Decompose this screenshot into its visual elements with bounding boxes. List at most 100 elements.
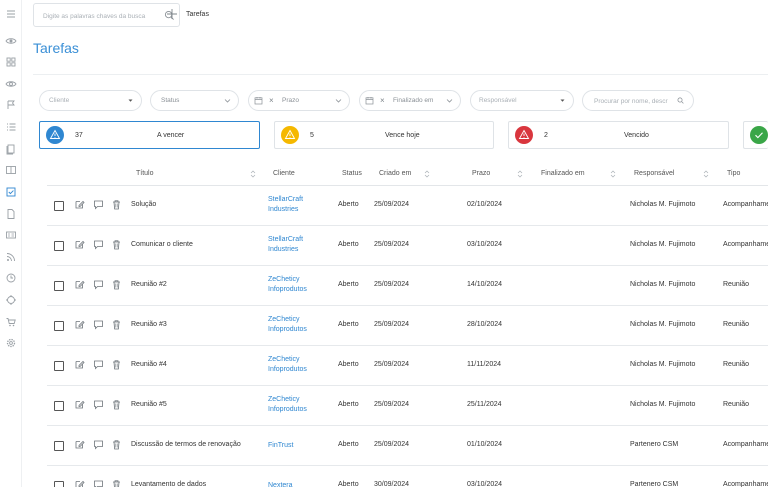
row-checkbox[interactable]: [54, 401, 64, 411]
col-cliente[interactable]: Cliente: [273, 170, 295, 177]
row-checkbox[interactable]: [54, 361, 64, 371]
col-tipo[interactable]: Tipo: [727, 170, 740, 177]
filter-status[interactable]: Status: [150, 90, 239, 111]
client-link[interactable]: ZeCheticy Infoprodutos: [268, 395, 323, 415]
table-row[interactable]: Solução StellarCraft Industries Aberto 25…: [47, 186, 768, 226]
edit-icon[interactable]: [74, 399, 85, 410]
comment-icon[interactable]: [93, 439, 104, 450]
checkbox-icon[interactable]: [5, 186, 17, 198]
sort-icon[interactable]: [250, 169, 256, 179]
menu-icon[interactable]: [5, 8, 17, 20]
client-link[interactable]: StellarCraft Industries: [268, 235, 323, 255]
document-stack-icon[interactable]: [5, 143, 17, 155]
col-criado[interactable]: Criado em: [379, 170, 411, 177]
trash-icon[interactable]: [111, 239, 122, 250]
table-row[interactable]: Reunião #3 ZeCheticy Infoprodutos Aberto …: [47, 306, 768, 346]
col-responsavel[interactable]: Responsável: [634, 170, 674, 177]
edit-icon[interactable]: [74, 479, 85, 487]
edit-icon[interactable]: [74, 199, 85, 210]
task-title[interactable]: Solução: [131, 201, 156, 208]
add-icon[interactable]: [166, 8, 178, 20]
gear-icon[interactable]: [5, 337, 17, 349]
global-search-input[interactable]: [43, 10, 158, 22]
task-title[interactable]: Reunião #3: [131, 321, 167, 328]
row-checkbox[interactable]: [54, 321, 64, 331]
edit-icon[interactable]: [74, 279, 85, 290]
row-checkbox[interactable]: [54, 441, 64, 451]
table-row[interactable]: Comunicar o cliente StellarCraft Industri…: [47, 226, 768, 266]
col-finalizado[interactable]: Finalizado em: [541, 170, 585, 177]
list-icon[interactable]: [5, 121, 17, 133]
task-title[interactable]: Levantamento de dados: [131, 481, 206, 487]
trash-icon[interactable]: [111, 399, 122, 410]
sort-icon[interactable]: [703, 169, 709, 179]
comment-icon[interactable]: [93, 479, 104, 487]
trash-icon[interactable]: [111, 319, 122, 330]
client-link[interactable]: Nextera Solutions: [268, 481, 323, 487]
edit-icon[interactable]: [74, 359, 85, 370]
comment-icon[interactable]: [93, 319, 104, 330]
client-link[interactable]: ZeCheticy Infoprodutos: [268, 315, 323, 335]
search-icon[interactable]: [677, 97, 684, 104]
task-title[interactable]: Reunião #2: [131, 281, 167, 288]
flag-icon[interactable]: [5, 99, 17, 111]
task-title[interactable]: Reunião #4: [131, 361, 167, 368]
id-card-icon[interactable]: [5, 229, 17, 241]
clock-icon[interactable]: [5, 272, 17, 284]
table-row[interactable]: Levantamento de dados Nextera Solutions …: [47, 466, 768, 487]
sort-icon[interactable]: [424, 169, 430, 179]
card-vence-hoje[interactable]: 5 Vence hoje: [274, 121, 494, 149]
trash-icon[interactable]: [111, 359, 122, 370]
table-row[interactable]: Reunião #4 ZeCheticy Infoprodutos Aberto …: [47, 346, 768, 386]
trash-icon[interactable]: [111, 199, 122, 210]
book-icon[interactable]: [5, 164, 17, 176]
task-title[interactable]: Reunião #5: [131, 401, 167, 408]
edit-icon[interactable]: [74, 319, 85, 330]
row-checkbox[interactable]: [54, 281, 64, 291]
target-icon[interactable]: [5, 294, 17, 306]
rss-icon[interactable]: [5, 251, 17, 263]
client-link[interactable]: ZeCheticy Infoprodutos: [268, 275, 323, 295]
filter-search-input[interactable]: [594, 96, 674, 107]
col-titulo[interactable]: Título: [136, 170, 154, 177]
comment-icon[interactable]: [93, 279, 104, 290]
row-checkbox[interactable]: [54, 241, 64, 251]
trash-icon[interactable]: [111, 279, 122, 290]
eye-icon[interactable]: [5, 35, 17, 47]
row-checkbox[interactable]: [54, 201, 64, 211]
comment-icon[interactable]: [93, 239, 104, 250]
client-link[interactable]: ZeCheticy Infoprodutos: [268, 355, 323, 375]
trash-icon[interactable]: [111, 479, 122, 487]
eye-closed-icon[interactable]: [5, 78, 17, 90]
table-row[interactable]: Discussão de termos de renovação FinTrus…: [47, 426, 768, 466]
comment-icon[interactable]: [93, 359, 104, 370]
cart-icon[interactable]: [5, 316, 17, 328]
col-status[interactable]: Status: [342, 170, 362, 177]
table-row[interactable]: Reunião #2 ZeCheticy Infoprodutos Aberto …: [47, 266, 768, 306]
filter-cliente[interactable]: Cliente: [39, 90, 142, 111]
task-title[interactable]: Discussão de termos de renovação: [131, 441, 241, 448]
clear-icon[interactable]: ×: [269, 96, 276, 105]
sort-icon[interactable]: [610, 169, 616, 179]
client-link[interactable]: StellarCraft Industries: [268, 195, 323, 215]
card-concluido[interactable]: [743, 121, 768, 149]
row-checkbox[interactable]: [54, 481, 64, 487]
comment-icon[interactable]: [93, 199, 104, 210]
col-prazo[interactable]: Prazo: [472, 170, 490, 177]
trash-icon[interactable]: [111, 439, 122, 450]
clear-icon[interactable]: ×: [380, 96, 387, 105]
card-a-vencer[interactable]: 37 A vencer: [39, 121, 260, 149]
card-vencido[interactable]: 2 Vencido: [508, 121, 729, 149]
table-row[interactable]: Reunião #5 ZeCheticy Infoprodutos Aberto …: [47, 386, 768, 426]
edit-icon[interactable]: [74, 239, 85, 250]
filter-responsavel[interactable]: Responsável: [470, 90, 574, 111]
filter-prazo[interactable]: × Prazo: [248, 90, 350, 111]
filter-finalizado[interactable]: × Finalizado em: [359, 90, 461, 111]
file-icon[interactable]: [5, 208, 17, 220]
grid-icon[interactable]: [5, 56, 17, 68]
edit-icon[interactable]: [74, 439, 85, 450]
client-link[interactable]: FinTrust: [268, 441, 323, 451]
task-title[interactable]: Comunicar o cliente: [131, 241, 193, 248]
sort-icon[interactable]: [517, 169, 523, 179]
comment-icon[interactable]: [93, 399, 104, 410]
